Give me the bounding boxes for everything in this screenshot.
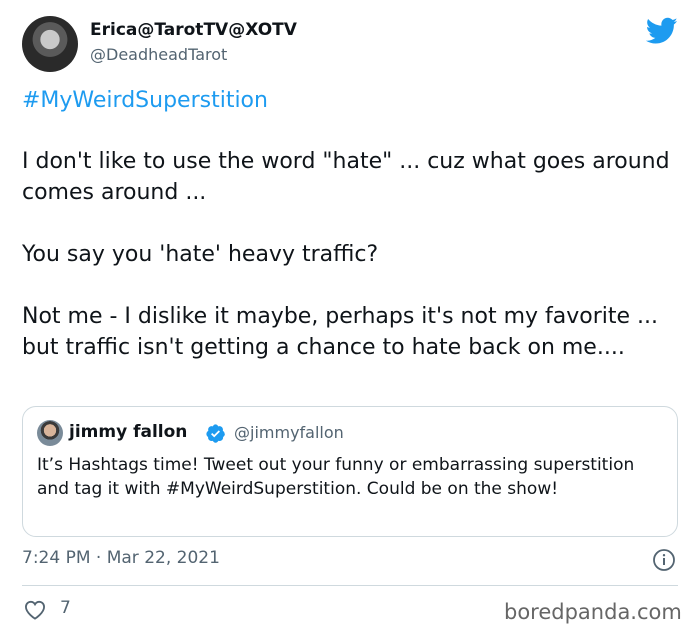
tweet-paragraph: Not me - I dislike it maybe, perhaps it'… (22, 304, 659, 360)
like-count: 7 (60, 598, 71, 618)
verified-badge-icon (206, 424, 225, 443)
quoted-author-name: jimmy fallon (69, 422, 188, 442)
tweet-card: Erica@TarotTV@XOTV @DeadheadTarot #MyWei… (0, 0, 700, 639)
watermark: boredpanda.com (504, 600, 682, 624)
quoted-tweet-text: It’s Hashtags time! Tweet out your funny… (37, 455, 635, 499)
tweet-paragraph: You say you 'hate' heavy traffic? (22, 242, 379, 267)
info-icon[interactable] (652, 548, 676, 572)
tweet-body: I don't like to use the word "hate" ... … (22, 146, 672, 363)
twitter-logo-icon[interactable] (646, 17, 678, 45)
author-handle[interactable]: @DeadheadTarot (90, 45, 227, 64)
divider (22, 585, 678, 586)
author-avatar[interactable] (22, 16, 78, 72)
quoted-tweet[interactable]: jimmy fallon @jimmyfallon It’s Hashtags … (22, 406, 678, 537)
heart-icon[interactable] (24, 600, 46, 620)
tweet-hashtag-link[interactable]: #MyWeirdSuperstition (22, 88, 268, 113)
tweet-timestamp[interactable]: 7:24 PM · Mar 22, 2021 (22, 548, 220, 568)
tweet-paragraph: I don't like to use the word "hate" ... … (22, 149, 670, 205)
quoted-author-handle: @jimmyfallon (234, 423, 344, 442)
quoted-author-avatar (37, 420, 63, 446)
author-display-name[interactable]: Erica@TarotTV@XOTV (90, 20, 297, 40)
